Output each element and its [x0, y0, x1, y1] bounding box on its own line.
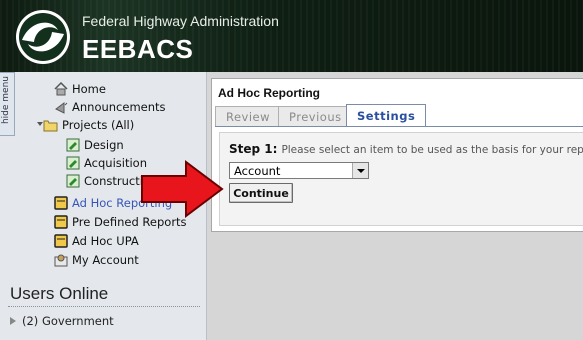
sidebar-item-label: Announcements: [72, 99, 166, 114]
select-value: Account: [234, 163, 281, 178]
sidebar-item-label: Acquisition: [84, 155, 147, 170]
sidebar-item-label: My Account: [72, 252, 139, 267]
users-online-heading: Users Online: [10, 284, 109, 303]
expand-triangle-icon: [10, 317, 16, 325]
fhwa-logo-icon: [16, 10, 70, 64]
sidebar-item-home[interactable]: Home: [54, 80, 106, 97]
continue-button[interactable]: Continue: [229, 183, 293, 203]
app-name: EEBACS: [82, 34, 194, 64]
step-label: Step 1:: [229, 142, 278, 156]
sidebar-item-acquisition[interactable]: Acquisition: [66, 154, 147, 171]
sidebar-item-label: Projects (All): [62, 117, 135, 132]
report-icon: [54, 233, 68, 248]
users-online-item[interactable]: (2) Government: [10, 314, 114, 328]
tab-previous[interactable]: Previous: [278, 106, 353, 127]
sidebar-item-label: Design: [84, 137, 124, 152]
sidebar-item-ad-hoc-upa[interactable]: Ad Hoc UPA: [54, 232, 139, 249]
chevron-down-icon[interactable]: [352, 163, 368, 178]
folder-icon: [36, 118, 58, 132]
step-description: Please select an item to be used as the …: [281, 144, 583, 156]
tab-label: Previous: [289, 110, 342, 124]
sidebar-item-projects[interactable]: Projects (All): [36, 116, 134, 133]
sidebar-item-announcements[interactable]: Announcements: [54, 98, 166, 115]
step-instruction: Step 1: Please select an item to be used …: [229, 142, 583, 156]
report-icon: [54, 214, 68, 229]
doc-edit-icon: [66, 156, 80, 170]
hide-menu-toggle[interactable]: hide menu: [0, 72, 15, 136]
sidebar-item-my-account[interactable]: My Account: [54, 251, 139, 268]
tab-label: Review: [226, 110, 271, 124]
report-icon: [54, 195, 68, 210]
sidebar-item-design[interactable]: Design: [66, 136, 124, 153]
sidebar-item-label: Ad Hoc UPA: [72, 233, 139, 248]
divider: [8, 306, 200, 307]
sidebar-item-label: Home: [72, 81, 106, 96]
doc-edit-icon: [66, 138, 80, 152]
account-icon: [54, 253, 68, 267]
users-online-label: (2) Government: [22, 314, 114, 328]
hide-menu-label: hide menu: [1, 76, 11, 125]
tab-review[interactable]: Review: [215, 106, 282, 127]
tab-divider: [215, 126, 583, 127]
tab-label: Settings: [357, 109, 416, 123]
app-header: Federal Highway Administration EEBACS: [0, 0, 583, 72]
basis-select[interactable]: Account: [229, 162, 369, 179]
agency-name: Federal Highway Administration: [82, 13, 279, 29]
doc-edit-icon: [66, 174, 80, 188]
panel-title: Ad Hoc Reporting: [218, 86, 320, 100]
home-icon: [54, 81, 68, 96]
tab-settings[interactable]: Settings: [346, 104, 427, 127]
callout-arrow-icon: [141, 160, 224, 218]
announcement-icon: [54, 100, 68, 114]
